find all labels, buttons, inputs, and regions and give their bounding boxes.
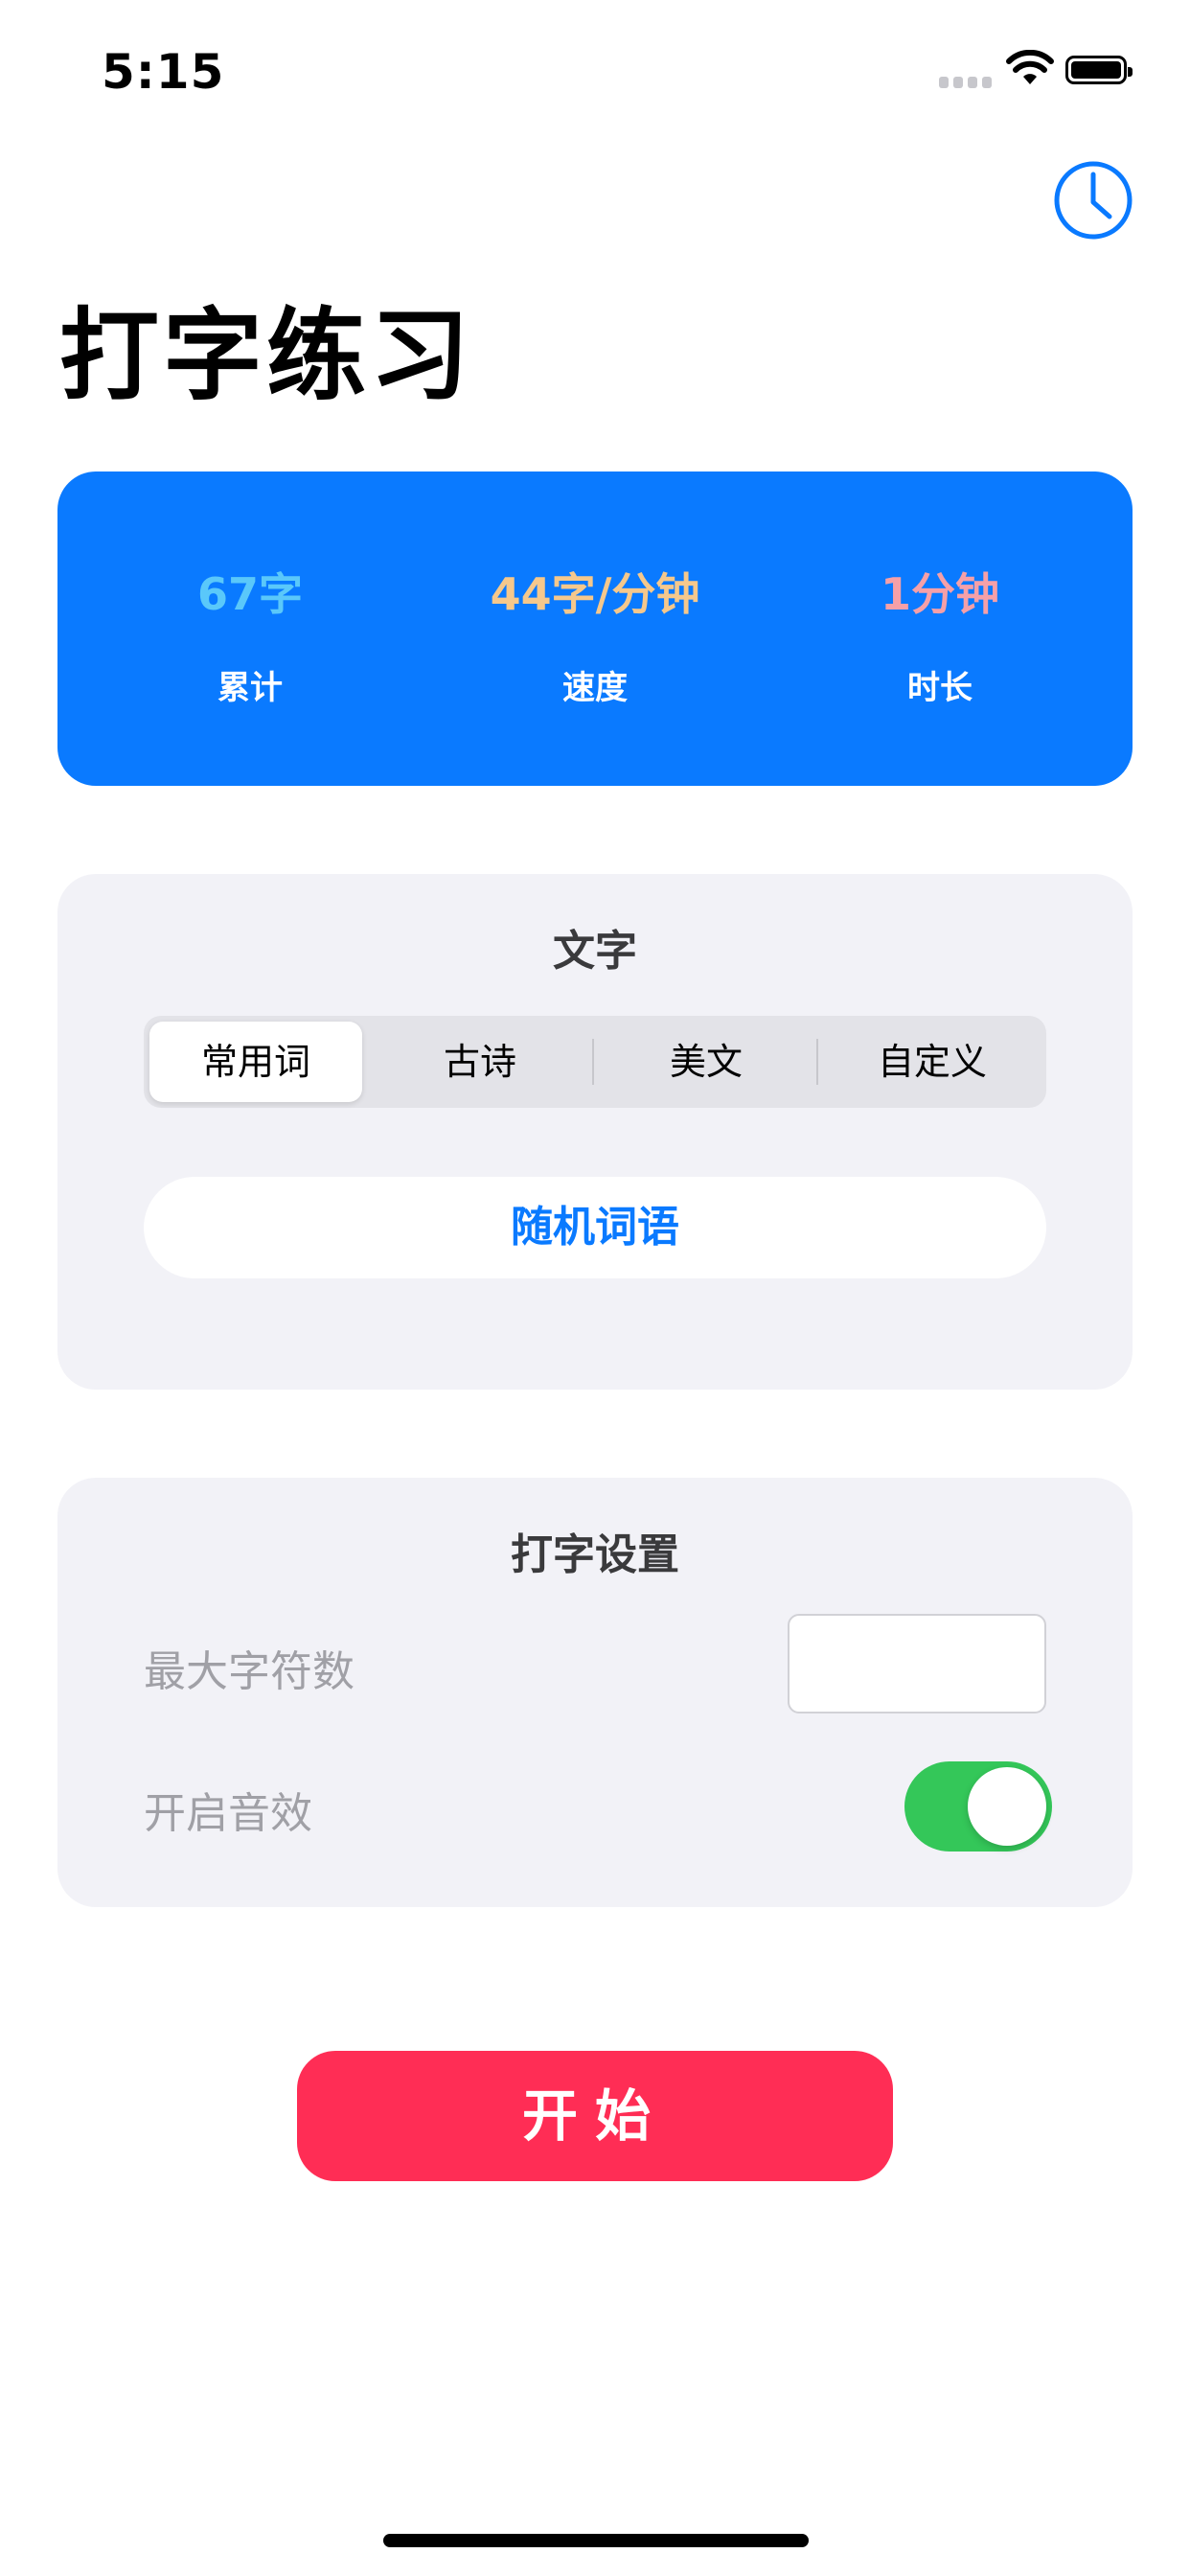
sound-toggle[interactable] xyxy=(904,1761,1052,1852)
stat-speed-label: 速度 xyxy=(562,669,628,707)
status-time: 5:15 xyxy=(102,44,225,100)
segment-custom[interactable]: 自定义 xyxy=(826,1022,1039,1102)
stats-card: 67字 累计 44字/分钟 速度 1分钟 时长 xyxy=(57,472,1133,786)
stat-duration: 1分钟 时长 xyxy=(767,472,1112,786)
sound-label: 开启音效 xyxy=(144,1789,312,1838)
stat-speed: 44字/分钟 速度 xyxy=(423,472,767,786)
home-indicator[interactable] xyxy=(383,2534,809,2547)
stat-duration-value: 1分钟 xyxy=(880,568,999,620)
stat-total-label: 累计 xyxy=(217,669,283,707)
wifi-icon xyxy=(1006,50,1054,84)
segment-divider xyxy=(592,1039,594,1085)
segment-essays[interactable]: 美文 xyxy=(600,1022,812,1102)
segment-poems[interactable]: 古诗 xyxy=(374,1022,586,1102)
random-words-button[interactable]: 随机词语 xyxy=(144,1177,1046,1278)
battery-icon xyxy=(1065,56,1133,84)
toggle-knob xyxy=(968,1767,1046,1846)
stat-total: 67字 累计 xyxy=(78,472,423,786)
stat-speed-value: 44字/分钟 xyxy=(490,568,700,620)
cellular-signal-icon xyxy=(939,77,993,88)
clock-icon[interactable] xyxy=(1052,159,1134,242)
segment-divider xyxy=(816,1039,818,1085)
settings-panel-title: 打字设置 xyxy=(511,1530,679,1579)
start-button[interactable]: 开始 xyxy=(297,2051,893,2181)
max-chars-label: 最大字符数 xyxy=(144,1647,355,1696)
stat-duration-label: 时长 xyxy=(907,669,973,707)
max-chars-input[interactable] xyxy=(788,1614,1046,1714)
page-title: 打字练习 xyxy=(59,297,474,414)
text-type-segmented-control[interactable]: 常用词 古诗 美文 自定义 xyxy=(144,1016,1046,1108)
segment-common-words[interactable]: 常用词 xyxy=(149,1022,362,1102)
status-bar: 5:15 xyxy=(0,0,1190,134)
text-panel-title: 文字 xyxy=(553,927,637,976)
stat-total-value: 67字 xyxy=(196,568,303,620)
